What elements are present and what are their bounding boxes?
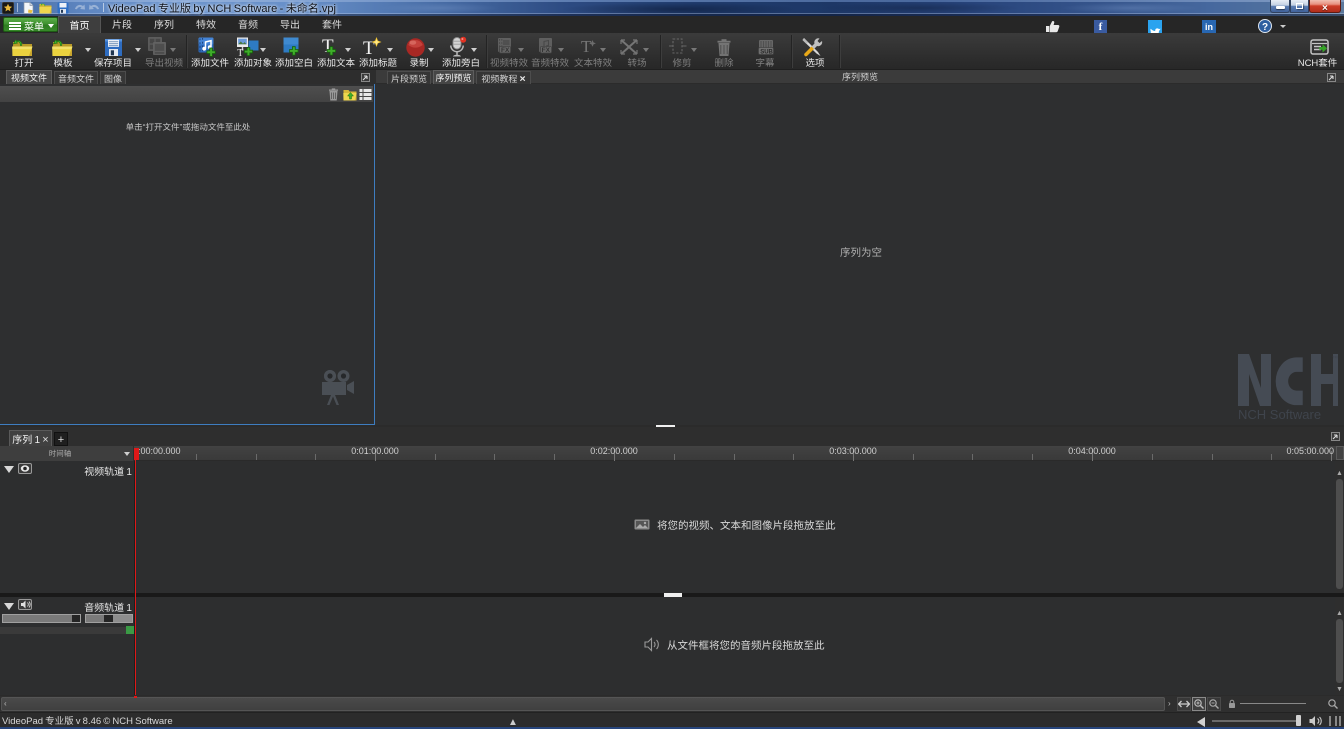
svg-text:T: T (581, 37, 592, 56)
svg-text:FX: FX (501, 47, 510, 54)
svg-text:NCH Software: NCH Software (1238, 407, 1321, 422)
svg-text:FX: FX (542, 47, 551, 54)
svg-text:™: ™ (1332, 355, 1338, 362)
